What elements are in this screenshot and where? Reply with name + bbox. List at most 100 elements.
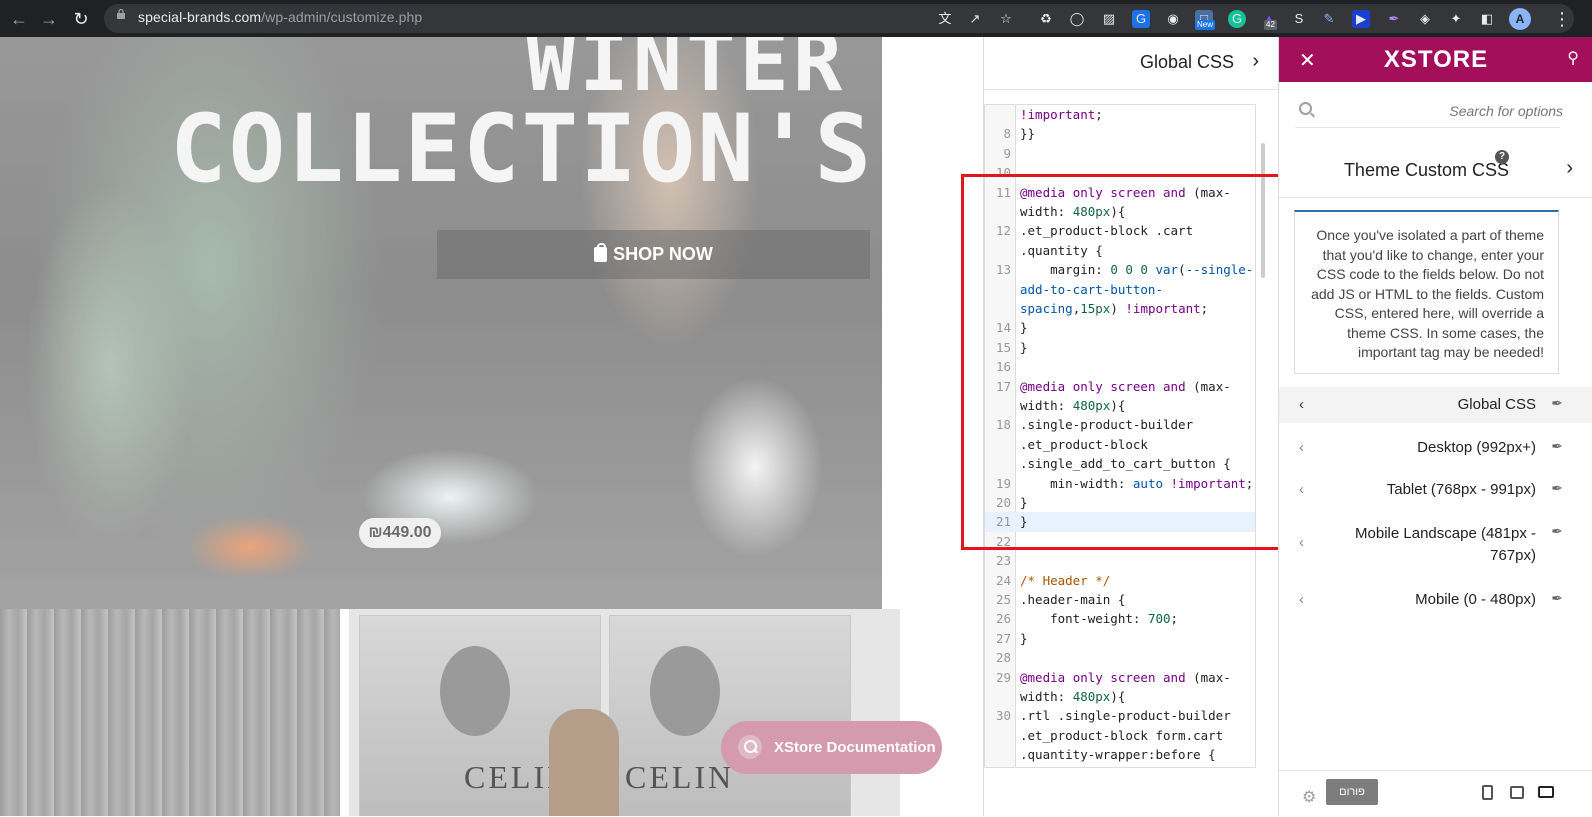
share-icon[interactable]: ↗ bbox=[966, 10, 984, 28]
code-line[interactable]: 23 bbox=[985, 551, 1255, 570]
option-desktop[interactable]: ‹ Desktop (992px+) ✒ bbox=[1279, 429, 1592, 467]
option-global-css[interactable]: ‹ Global CSS ✒ bbox=[1279, 387, 1592, 423]
search-bar bbox=[1295, 93, 1565, 128]
code-line[interactable]: !important; bbox=[985, 105, 1255, 124]
forum-button[interactable]: פורום bbox=[1326, 779, 1378, 805]
code-text: .rtl .single-product-builder bbox=[1020, 708, 1231, 724]
pin-icon[interactable]: ⚲ bbox=[1567, 48, 1579, 68]
grammarly-icon[interactable]: G bbox=[1228, 10, 1246, 28]
section-header[interactable]: Theme Custom CSS ? › bbox=[1279, 137, 1592, 198]
code-line[interactable]: .quantity-wrapper:before { bbox=[985, 745, 1255, 764]
forward-arrow-icon[interactable]: → bbox=[38, 8, 60, 30]
camera-extension-icon[interactable]: ◉ bbox=[1164, 10, 1182, 28]
option-label: Mobile Landscape (481px - 767px) bbox=[1355, 525, 1536, 564]
line-number: 25 bbox=[995, 592, 1011, 607]
campaign-tile-image[interactable]: CELIN CELIN bbox=[349, 609, 900, 816]
search-icon bbox=[738, 735, 762, 759]
brush-icon: ✒ bbox=[1551, 395, 1563, 411]
desktop-preview-icon[interactable] bbox=[1538, 786, 1554, 798]
search-options-input[interactable] bbox=[1321, 99, 1565, 123]
section-title: Theme Custom CSS bbox=[1343, 160, 1509, 180]
chevron-left-icon: ‹ bbox=[1299, 591, 1304, 608]
doc-button-label: XStore Documentation bbox=[774, 739, 936, 756]
help-icon[interactable]: ? bbox=[1495, 150, 1509, 164]
option-label: Global CSS bbox=[1457, 396, 1536, 413]
xstore-documentation-button[interactable]: XStore Documentation bbox=[721, 721, 942, 774]
code-line[interactable]: 8}} bbox=[985, 124, 1255, 143]
code-text: }} bbox=[1020, 126, 1036, 142]
url-path: /wp-admin/customize.php bbox=[261, 9, 423, 25]
option-label: Mobile (0 - 480px) bbox=[1415, 591, 1536, 608]
s-extension-icon[interactable]: S bbox=[1290, 10, 1308, 28]
count-badge: 42 bbox=[1264, 20, 1277, 30]
reload-icon[interactable]: ↻ bbox=[70, 8, 92, 30]
truck-extension-icon[interactable]: ▨ bbox=[1100, 10, 1118, 28]
code-line[interactable]: 26 font-weight: 700; bbox=[985, 609, 1255, 628]
code-line[interactable]: width: 480px){ bbox=[985, 687, 1255, 706]
xstore-header: ✕ XSTORE ⚲ bbox=[1279, 37, 1592, 82]
code-line[interactable]: 9 bbox=[985, 144, 1255, 163]
line-number: 24 bbox=[995, 572, 1011, 588]
code-text: /* Header */ bbox=[1020, 572, 1111, 588]
lock-icon bbox=[117, 9, 125, 19]
option-label: Tablet (768px - 991px) bbox=[1386, 481, 1536, 498]
code-line[interactable]: 25 .header-main { bbox=[985, 590, 1255, 609]
pen-extension-icon[interactable]: ✎ bbox=[1320, 10, 1338, 28]
translate-extension-icon[interactable]: G bbox=[1132, 10, 1150, 28]
sidepanel-icon[interactable]: ◧ bbox=[1478, 10, 1496, 28]
mobile-preview-icon[interactable] bbox=[1482, 785, 1493, 800]
code-text: .quantity-wrapper:before { bbox=[1020, 747, 1216, 763]
line-number: 8 bbox=[1003, 126, 1011, 142]
code-text: font-weight: 700; bbox=[1020, 611, 1179, 627]
option-tablet[interactable]: ‹ Tablet (768px - 991px) ✒ bbox=[1279, 471, 1592, 509]
feather-extension-icon[interactable]: ✒ bbox=[1385, 10, 1403, 28]
hero-title-collections: COLLECTION'S bbox=[170, 95, 874, 204]
line-number: 23 bbox=[995, 553, 1011, 569]
shopping-bag-icon bbox=[594, 243, 608, 262]
recycle-extension-icon[interactable]: ♻ bbox=[1037, 10, 1055, 28]
profile-avatar[interactable]: A bbox=[1509, 8, 1531, 30]
option-mobile-landscape[interactable]: ‹ Mobile Landscape (481px - 767px) ✒ bbox=[1279, 514, 1592, 572]
gear-icon[interactable]: ⚙ bbox=[1302, 787, 1316, 807]
code-text: !important; bbox=[1020, 107, 1103, 122]
code-line[interactable]: 27} bbox=[985, 629, 1255, 648]
code-line[interactable]: .et_product-block form.cart bbox=[985, 726, 1255, 745]
option-mobile[interactable]: ‹ Mobile (0 - 480px) ✒ bbox=[1279, 581, 1592, 619]
chrome-menu-icon[interactable]: ⋮ bbox=[1553, 8, 1571, 30]
url-domain: special-brands.com bbox=[138, 9, 262, 25]
line-number: 26 bbox=[995, 611, 1011, 627]
tablet-preview-icon[interactable] bbox=[1510, 786, 1524, 799]
line-number: 27 bbox=[995, 630, 1011, 646]
brush-icon: ✒ bbox=[1551, 523, 1563, 539]
shop-now-button[interactable]: SHOP NOW bbox=[437, 230, 870, 279]
brush-icon: ✒ bbox=[1551, 590, 1563, 606]
code-text: width: 480px){ bbox=[1020, 689, 1126, 704]
chevron-left-icon: ‹ bbox=[1299, 481, 1304, 498]
code-line[interactable]: 28 bbox=[985, 648, 1255, 667]
person-figure bbox=[549, 709, 619, 816]
video-extension-icon[interactable]: ▶ bbox=[1352, 10, 1370, 28]
site-preview: WINTER COLLECTION'S SHOP NOW ₪449.00 CEL… bbox=[0, 37, 983, 816]
editor-title: Global CSS bbox=[1139, 52, 1234, 72]
code-line[interactable]: 29 @media only screen and (max- bbox=[985, 668, 1255, 687]
poster-text: CELIN bbox=[625, 759, 735, 795]
editor-header[interactable]: Global CSS › bbox=[984, 37, 1279, 90]
description-box: Once you've isolated a part of theme tha… bbox=[1294, 210, 1559, 374]
cube-extension-icon[interactable]: ◈ bbox=[1416, 10, 1434, 28]
code-line[interactable]: 30 .rtl .single-product-builder bbox=[985, 706, 1255, 725]
code-line[interactable]: 24 /* Header */ bbox=[985, 571, 1255, 590]
chevron-left-icon: ‹ bbox=[1299, 396, 1304, 413]
line-number: 29 bbox=[995, 669, 1011, 685]
puzzle-extensions-icon[interactable]: ✦ bbox=[1447, 10, 1465, 28]
option-label: Desktop (992px+) bbox=[1417, 439, 1536, 456]
translate-icon[interactable]: 文 bbox=[936, 10, 954, 28]
back-arrow-icon[interactable]: ← bbox=[8, 8, 30, 30]
code-text: .header-main { bbox=[1020, 592, 1126, 607]
chevron-right-icon[interactable]: › bbox=[1566, 157, 1573, 180]
chevron-right-icon[interactable]: › bbox=[1252, 50, 1259, 73]
brush-icon: ✒ bbox=[1551, 438, 1563, 454]
product-tile-image[interactable] bbox=[0, 609, 340, 816]
url-text[interactable]: special-brands.com/wp-admin/customize.ph… bbox=[138, 9, 422, 25]
bookmark-star-icon[interactable]: ☆ bbox=[997, 10, 1015, 28]
globe-extension-icon[interactable]: ◯ bbox=[1068, 10, 1086, 28]
